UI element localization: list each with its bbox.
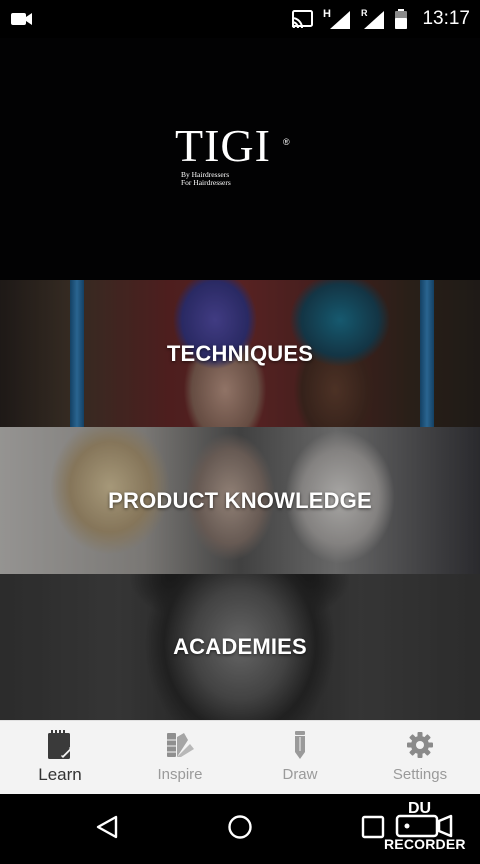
- logo-wordmark: TIGI: [175, 120, 271, 171]
- status-time: 13:17: [422, 8, 470, 29]
- signal-roaming-icon: R: [360, 8, 386, 30]
- notebook-icon: [45, 730, 75, 760]
- nav-settings[interactable]: Settings: [360, 721, 480, 794]
- tile-academies-label: ACADEMIES: [173, 634, 307, 659]
- nav-learn-label: Learn: [38, 765, 82, 784]
- nav-draw[interactable]: Draw: [240, 721, 360, 794]
- tile-techniques[interactable]: TECHNIQUES: [0, 280, 480, 427]
- tile-techniques-label: TECHNIQUES: [166, 340, 314, 366]
- tigi-logo: TIGI ® By Hairdressers For Hairdressers: [175, 123, 305, 193]
- nav-learn[interactable]: Learn: [0, 721, 120, 794]
- nav-draw-label: Draw: [282, 766, 318, 783]
- tile-product-knowledge-label: PRODUCT KNOWLEDGE: [108, 487, 372, 513]
- logo-tagline-line2: For Hairdressers: [181, 178, 231, 187]
- back-icon: [94, 814, 120, 845]
- status-bar: H R 13:17: [0, 0, 480, 38]
- tile-academies[interactable]: ACADEMIES: [0, 574, 480, 720]
- swatches-icon: [165, 730, 195, 760]
- logo-registered-mark: ®: [283, 137, 290, 147]
- bottom-navigation: Learn Inspire Draw Settings: [0, 720, 480, 794]
- gear-icon: [405, 730, 435, 760]
- network-type-label: H: [323, 8, 331, 20]
- home-button[interactable]: [223, 812, 257, 846]
- recents-icon: [360, 814, 386, 845]
- roaming-label: R: [361, 8, 368, 18]
- nav-inspire[interactable]: Inspire: [120, 721, 240, 794]
- battery-icon: [394, 8, 408, 30]
- du-recorder-overlay[interactable]: DU RECORDER: [384, 800, 480, 856]
- back-button[interactable]: [90, 812, 124, 846]
- home-icon: [226, 813, 254, 846]
- nav-inspire-label: Inspire: [157, 766, 203, 783]
- app-header: TIGI ® By Hairdressers For Hairdressers: [0, 38, 480, 280]
- recorder-camera-icon: [395, 814, 453, 838]
- tile-product-knowledge[interactable]: PRODUCT KNOWLEDGE: [0, 427, 480, 574]
- cast-icon: [290, 9, 314, 29]
- recorder-label: RECORDER: [384, 836, 466, 852]
- video-camera-icon: [10, 11, 34, 27]
- pencil-icon: [285, 730, 315, 760]
- logo-tagline: By Hairdressers For Hairdressers: [181, 171, 231, 187]
- nav-settings-label: Settings: [392, 766, 448, 783]
- signal-icon: H: [322, 8, 352, 30]
